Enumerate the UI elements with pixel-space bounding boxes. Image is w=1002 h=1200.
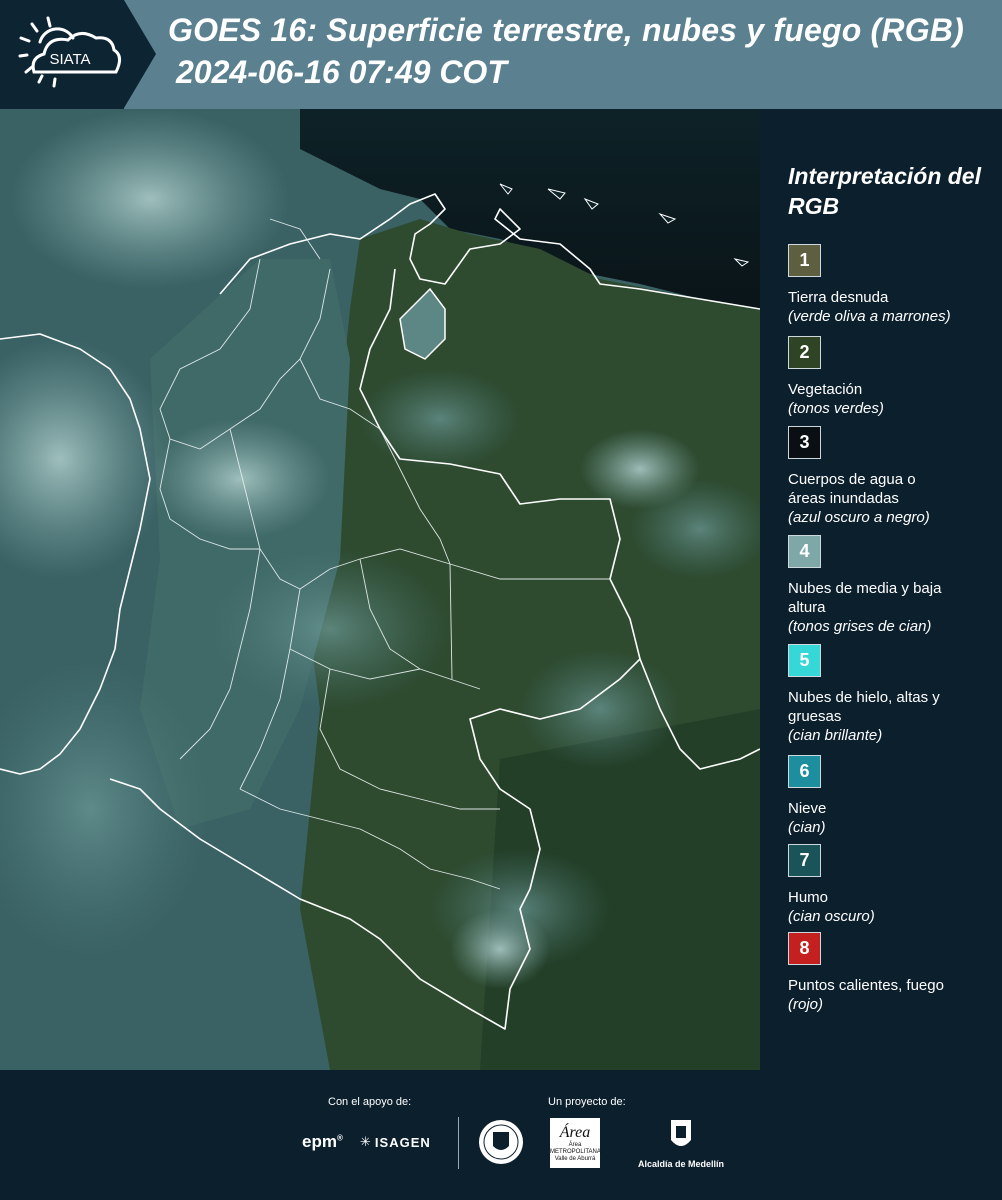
legend-swatch: 1 (788, 244, 821, 277)
epm-logo: epm® (302, 1132, 343, 1151)
legend-item-name: Puntos calientes, fuego (788, 977, 944, 994)
legend-swatch: 5 (788, 644, 821, 677)
area-logo-text: Área METROPOLITANA Valle de Aburrá (550, 1142, 601, 1162)
legend-swatch: 2 (788, 336, 821, 369)
legend-item-8: 8 Puntos calientes, fuego (rojo) (788, 932, 998, 1014)
legend-item-name: Tierra desnuda (788, 289, 889, 306)
page-subtitle-timestamp: 2024-06-16 07:49 COT (176, 54, 507, 90)
legend-item-6: 6 Nieve (cian) (788, 755, 998, 837)
legend-item-name: Nieve (788, 800, 827, 817)
legend-item-description: (cian) (788, 819, 826, 836)
legend-item-description: (tonos grises de cian) (788, 618, 932, 635)
legend-title: Interpretación del RGB (788, 163, 981, 219)
siata-logo-icon: SIATA (18, 16, 121, 88)
satellite-rgb-map-image (0, 109, 760, 1070)
medellin-shield-icon (671, 1120, 692, 1146)
legend-item-name: Cuerpos de agua o áreas inundadas (788, 471, 916, 507)
legend-item-7: 7 Humo (cian oscuro) (788, 844, 998, 926)
legend-item-description: (azul oscuro a negro) (788, 509, 930, 526)
logo-block: SIATA (0, 0, 124, 109)
legend-item-description: (rojo) (788, 996, 824, 1013)
satellite-map[interactable] (0, 109, 760, 1070)
legend-item-name: Nubes de media y baja altura (788, 580, 942, 616)
legend-item-2: 2 Vegetación (tonos verdes) (788, 336, 998, 418)
project-label: Un proyecto de: (548, 1096, 626, 1108)
alcaldia-medellin-logo: Alcaldía de Medellín (638, 1118, 724, 1169)
legend-swatch: 6 (788, 755, 821, 788)
legend-item-5: 5 Nubes de hielo, altas y gruesas (cian br… (788, 644, 998, 745)
legend-swatch: 4 (788, 535, 821, 568)
legend-swatch: 3 (788, 426, 821, 459)
legend-swatch: 8 (788, 932, 821, 965)
legend-item-1: 1 Tierra desnuda (verde oliva a marrones) (788, 244, 998, 326)
legend-item-description: (cian brillante) (788, 727, 883, 744)
alcaldia-text: Alcaldía de Medellín (638, 1159, 725, 1169)
isagen-icon: ✳ (360, 1134, 372, 1149)
legend-swatch: 7 (788, 844, 821, 877)
page-title: GOES 16: Superficie terrestre, nubes y f… (168, 12, 964, 48)
legend-item-description: (cian oscuro) (788, 908, 875, 925)
footer-divider (458, 1117, 459, 1169)
header-bar: SIATA GOES 16: Superficie terrestre, nub… (0, 0, 1002, 109)
isagen-text: ISAGEN (374, 1134, 431, 1150)
legend-item-description: (tonos verdes) (788, 400, 884, 417)
legend-item-3: 3 Cuerpos de agua o áreas inundadas (azul … (788, 426, 998, 527)
area-metropolitana-logo: Área Área METROPOLITANA Valle de Aburrá (550, 1118, 601, 1168)
legend-item-4: 4 Nubes de media y baja altura (tonos gris… (788, 535, 998, 636)
university-seal-icon (479, 1120, 523, 1164)
logo-text: SIATA (49, 51, 90, 68)
legend-item-description: (verde oliva a marrones) (788, 308, 951, 325)
epm-text: epm (302, 1132, 337, 1151)
support-label: Con el apoyo de: (328, 1096, 412, 1108)
legend-item-name: Vegetación (788, 381, 863, 398)
header-arrow-shape (124, 0, 156, 108)
isagen-logo: ✳ ISAGEN (360, 1134, 431, 1150)
legend-panel: Interpretación del RGB 1 Tierra desnuda (v… (760, 109, 1002, 1070)
footer: Con el apoyo de: Un proyecto de: epm® ✳ … (0, 1070, 1002, 1200)
legend-item-name: Humo (788, 889, 829, 906)
legend-item-name: Nubes de hielo, altas y gruesas (788, 689, 940, 725)
